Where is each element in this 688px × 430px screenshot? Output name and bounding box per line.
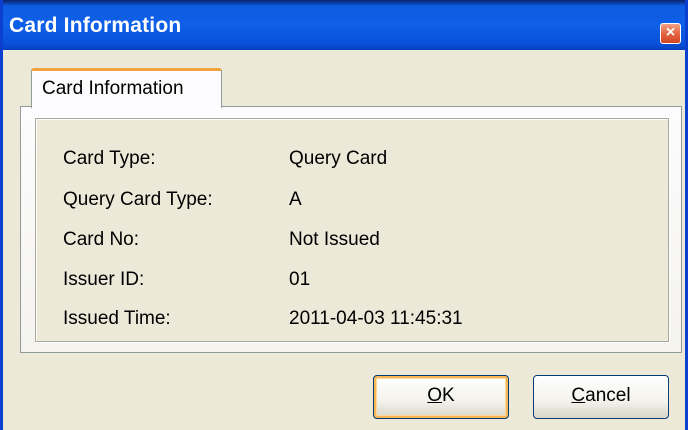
field-value: 2011-04-03 11:45:31 [289,308,463,329]
title-bar[interactable]: Card Information × [3,0,685,50]
close-button[interactable]: × [660,23,681,44]
field-row-query-card-type: Query Card Type: A [36,189,668,213]
ok-button[interactable]: OK [373,375,509,419]
field-value: A [289,189,302,210]
cancel-button[interactable]: Cancel [533,375,669,419]
info-group-box: Card Type: Query Card Query Card Type: A… [35,118,669,342]
tab-label: Card Information [42,78,184,99]
field-label: Issuer ID: [63,269,145,290]
ok-mnemonic: O [427,385,443,406]
window-title: Card Information [9,14,182,37]
cancel-label-rest: ancel [585,385,631,406]
field-label: Card Type: [63,148,156,169]
ok-label-rest: K [442,385,455,406]
field-row-card-no: Card No: Not Issued [36,229,668,253]
field-label: Issued Time: [63,308,171,329]
field-row-issuer-id: Issuer ID: 01 [36,269,668,293]
dialog-window: Card Information × Card Information Card… [0,0,688,430]
tab-card-information[interactable]: Card Information [31,68,222,108]
close-icon: × [665,24,676,41]
field-value: Query Card [289,148,388,169]
field-label: Card No: [63,229,140,250]
field-label: Query Card Type: [63,189,213,210]
cancel-mnemonic: C [571,385,586,406]
field-row-issued-time: Issued Time: 2011-04-03 11:45:31 [36,308,668,332]
tab-panel: Card Type: Query Card Query Card Type: A… [20,106,682,353]
field-row-card-type: Card Type: Query Card [36,148,668,172]
field-value: Not Issued [289,229,380,250]
field-value: 01 [289,269,311,290]
